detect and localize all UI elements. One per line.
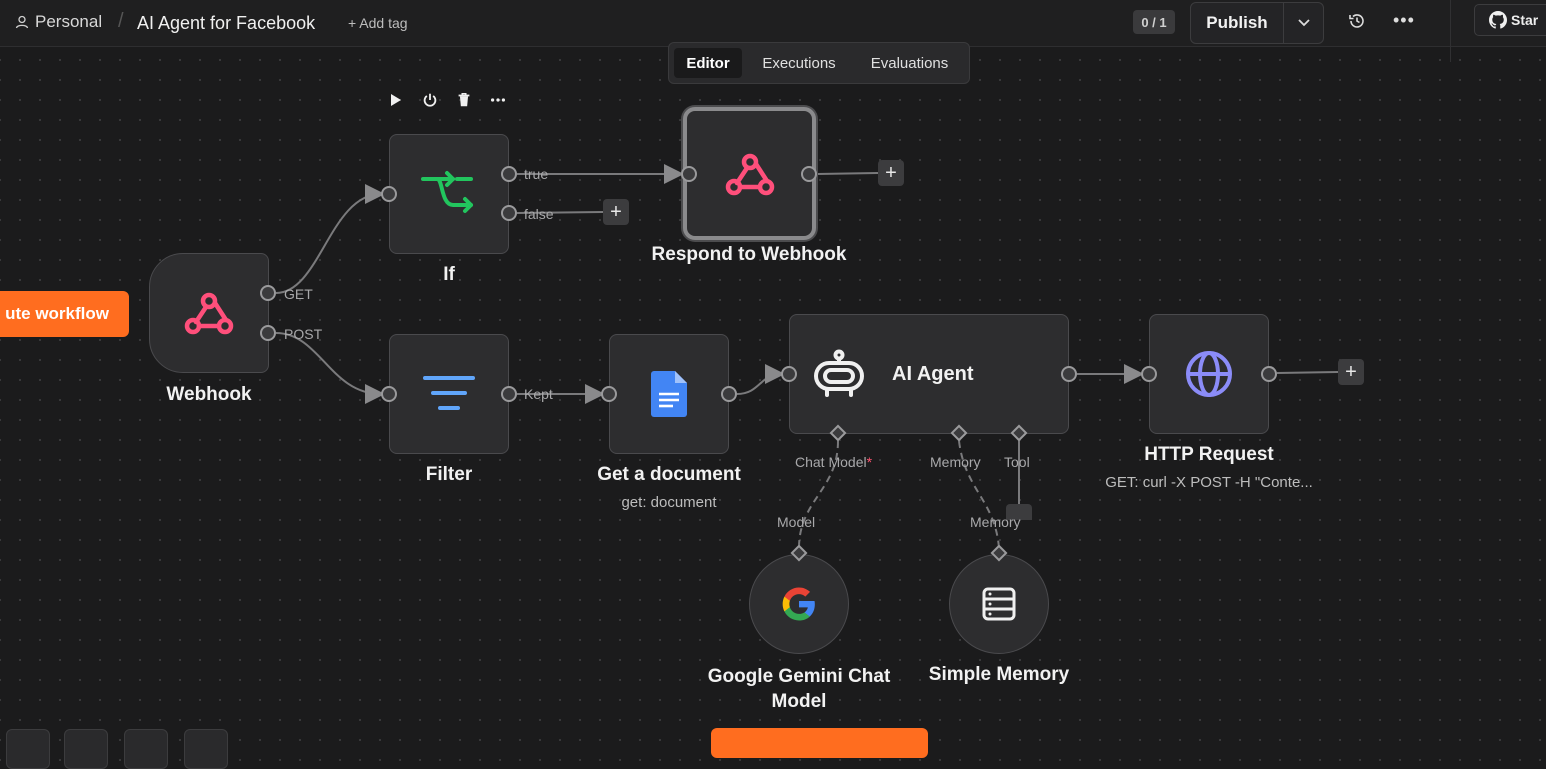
node-filter[interactable] [389,334,509,454]
execute-workflow-button[interactable]: ute workflow [0,291,129,337]
handle-label-memory: Memory [930,454,981,470]
output-port-http[interactable] [1261,366,1277,382]
gemini-label-line1: Google Gemini Chat [707,666,891,687]
bottom-action-button[interactable] [711,728,928,758]
output-port-post[interactable] [260,325,276,341]
filter-icon [423,376,475,410]
node-ai-agent[interactable]: AI Agent [789,314,1069,434]
node-label-http: HTTP Request [1144,444,1274,465]
node-label-ai-agent: AI Agent [892,362,974,385]
input-port-filter[interactable] [381,386,397,402]
trash-icon[interactable] [455,91,473,109]
output-port-get[interactable] [260,285,276,301]
input-port-ai-agent[interactable] [781,366,797,382]
node-subtitle-http: GET: curl -X POST -H "Conte... [1105,474,1313,491]
handle-label-kept: Kept [524,386,553,402]
node-webhook[interactable] [149,253,269,373]
node-label-memory: Simple Memory [928,664,1070,685]
play-icon[interactable] [385,90,405,110]
input-port-http[interactable] [1141,366,1157,382]
chat-model-text: Chat Model [795,454,867,470]
node-respond-to-webhook[interactable] [683,107,816,240]
node-label-gemini: Google Gemini Chat Model [679,664,919,714]
power-icon[interactable] [421,91,439,109]
robot-icon [814,349,864,397]
output-port-false[interactable] [501,205,517,221]
node-label-respond: Respond to Webhook [651,244,847,265]
add-node-button[interactable]: + [1338,359,1364,385]
branch-icon [421,171,473,213]
handle-label-tool: Tool [1004,454,1030,470]
output-port-true[interactable] [501,166,517,182]
input-port-respond[interactable] [681,166,697,182]
output-port-respond[interactable] [801,166,817,182]
node-subtitle-document: get: document [621,494,717,511]
handle-label-chat-model: Chat Model* [795,454,872,470]
handle-label-memory-out: Memory [970,514,1021,530]
node-if[interactable] [389,134,509,254]
database-icon [982,587,1016,621]
node-gemini-chat-model[interactable] [749,554,849,654]
connection-respond-stub[interactable] [816,172,879,175]
connection-document-agent[interactable] [736,364,785,395]
more-horizontal-icon[interactable] [489,91,507,109]
node-toolbar [385,90,507,110]
add-node-button[interactable]: + [878,160,904,186]
connection-webhook-if[interactable] [275,184,385,294]
handle-label-false: false [524,206,554,222]
node-label-filter: Filter [425,464,473,485]
output-port-kept[interactable] [501,386,517,402]
zoom-out-button[interactable] [124,729,168,769]
plus-icon: + [1345,361,1357,383]
node-http-request[interactable] [1149,314,1269,434]
tidy-up-button[interactable] [184,729,228,769]
plus-icon: + [885,162,897,184]
fit-view-button[interactable] [6,729,50,769]
required-marker: * [866,454,873,470]
plus-icon: + [610,201,622,223]
node-label-if: If [443,264,455,285]
handle-label-post: POST [284,326,323,342]
handle-label-model: Model [777,514,816,530]
node-simple-memory[interactable] [949,554,1049,654]
add-node-button[interactable]: + [603,199,629,225]
google-icon [782,587,815,621]
output-port-ai-agent[interactable] [1061,366,1077,382]
webhook-icon [725,153,774,195]
input-port-document[interactable] [601,386,617,402]
globe-icon [1186,351,1232,397]
node-label-document: Get a document [597,464,741,485]
handle-label-get: GET [284,286,313,302]
handle-label-true: true [524,166,549,182]
output-port-document[interactable] [721,386,737,402]
webhook-icon [184,292,234,335]
connection-http-stub[interactable] [1276,371,1339,374]
node-get-document[interactable] [609,334,729,454]
gemini-label-line2: Model [771,691,827,712]
google-docs-icon [651,371,687,417]
connection-webhook-filter[interactable] [275,332,385,404]
node-label-webhook: Webhook [166,384,252,405]
input-port-if[interactable] [381,186,397,202]
zoom-in-button[interactable] [64,729,108,769]
